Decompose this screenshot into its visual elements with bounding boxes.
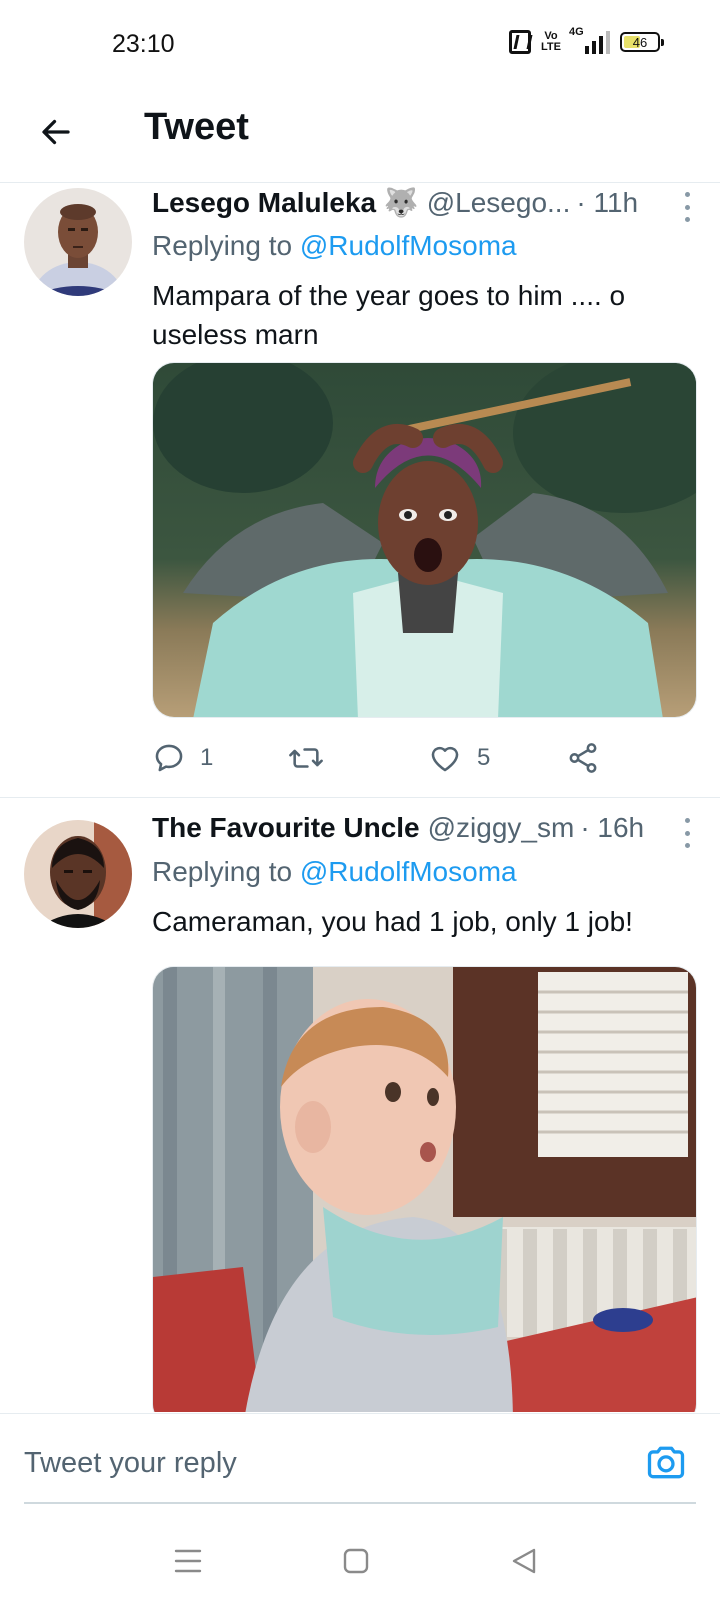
reply-bar xyxy=(0,1413,720,1521)
replying-to: Replying to @RudolfMosoma xyxy=(152,230,697,270)
nfc-icon xyxy=(509,30,532,54)
tweet-body: Lesego Maluleka 🐺 @Lesego... · 11h Reply… xyxy=(152,186,697,354)
share-button[interactable] xyxy=(566,741,600,775)
volte-bottom: LTE xyxy=(541,41,561,53)
reply-underline xyxy=(24,1502,696,1504)
system-back-button[interactable] xyxy=(502,1539,546,1583)
tweet-body: The Favourite Uncle @ziggy_sm · 16h Repl… xyxy=(152,812,697,941)
back-button[interactable] xyxy=(34,110,78,154)
tweet-media-image[interactable] xyxy=(152,966,697,1412)
recent-apps-button[interactable] xyxy=(166,1539,210,1583)
volte-icon: Vo LTE xyxy=(541,31,561,53)
reply-button[interactable]: 1 xyxy=(152,741,213,775)
tweet-divider xyxy=(0,797,720,798)
tweet-media-image[interactable] xyxy=(152,362,697,718)
tweet-header: The Favourite Uncle @ziggy_sm · 16h xyxy=(152,812,697,852)
status-time: 23:10 xyxy=(112,30,175,58)
author-handle[interactable]: @Lesego... xyxy=(427,187,571,219)
like-button[interactable]: 5 xyxy=(427,741,490,775)
battery-icon: 46 xyxy=(620,32,664,52)
menu-icon xyxy=(174,1549,202,1573)
replying-to: Replying to @RudolfMosoma xyxy=(152,856,697,896)
tweet-item[interactable]: The Favourite Uncle @ziggy_sm · 16h Repl… xyxy=(0,800,720,1412)
tweet-text: Mampara of the year goes to him .... o u… xyxy=(152,280,626,350)
tweet-actions: 1 5 xyxy=(152,736,622,780)
tweet-item[interactable]: Lesego Maluleka 🐺 @Lesego... · 11h Reply… xyxy=(0,184,720,796)
retweet-button[interactable] xyxy=(287,741,339,775)
more-options-button[interactable] xyxy=(677,192,697,222)
signal-icon: 4G xyxy=(569,26,610,54)
page-title: Tweet xyxy=(144,106,249,148)
avatar[interactable] xyxy=(24,188,132,296)
system-nav-bar xyxy=(0,1521,720,1600)
author-handle[interactable]: @ziggy_sm xyxy=(428,812,575,844)
author-name[interactable]: Lesego Maluleka 🐺 xyxy=(152,186,419,219)
home-button[interactable] xyxy=(334,1539,378,1583)
status-bar: 23:10 Vo LTE 4G 46 xyxy=(0,0,720,90)
camera-button[interactable] xyxy=(644,1440,688,1484)
reply-count: 1 xyxy=(200,744,214,771)
retweet-icon xyxy=(289,748,323,768)
like-count: 5 xyxy=(477,744,491,771)
tweet-text: Cameraman, you had 1 job, only 1 job! xyxy=(152,906,633,937)
home-square-icon xyxy=(343,1548,369,1574)
tweet-time[interactable]: · 16h xyxy=(580,812,644,844)
more-options-button[interactable] xyxy=(677,818,697,848)
battery-level: 46 xyxy=(632,34,648,50)
author-name[interactable]: The Favourite Uncle xyxy=(152,812,420,844)
reply-input[interactable] xyxy=(24,1438,624,1488)
back-triangle-icon xyxy=(512,1548,536,1574)
replying-prefix: Replying to xyxy=(152,856,293,887)
replying-prefix: Replying to xyxy=(152,230,293,261)
tweet-time[interactable]: · 11h xyxy=(576,187,638,219)
tweet-header: Lesego Maluleka 🐺 @Lesego... · 11h xyxy=(152,186,697,226)
network-label: 4G xyxy=(569,26,584,38)
status-icons: Vo LTE 4G 46 xyxy=(509,26,664,54)
reply-icon xyxy=(155,744,183,772)
header: Tweet xyxy=(0,90,720,183)
share-icon xyxy=(569,743,597,773)
mention-link[interactable]: @RudolfMosoma xyxy=(300,230,517,261)
avatar[interactable] xyxy=(24,820,132,928)
arrow-left-icon xyxy=(42,119,70,145)
mention-link[interactable]: @RudolfMosoma xyxy=(300,856,517,887)
heart-icon xyxy=(431,746,459,772)
camera-icon xyxy=(647,1446,685,1479)
